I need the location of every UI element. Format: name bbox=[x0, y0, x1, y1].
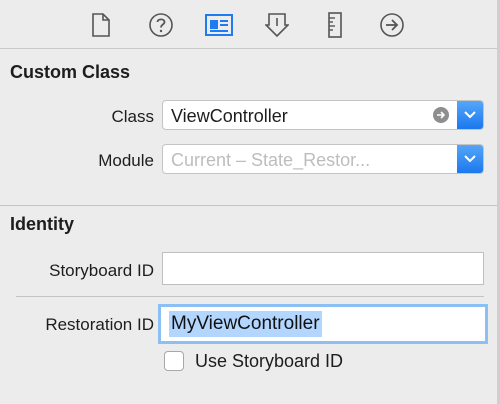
use-storyboard-id-checkbox[interactable] bbox=[164, 351, 184, 371]
module-label: Module bbox=[98, 151, 154, 170]
identity-inspector-icon[interactable] bbox=[204, 10, 234, 40]
restoration-id-value: MyViewController bbox=[169, 311, 322, 337]
class-dropdown-button[interactable] bbox=[457, 101, 483, 129]
class-value: ViewController bbox=[171, 106, 288, 126]
attributes-inspector-icon[interactable] bbox=[262, 10, 292, 40]
chevron-down-icon bbox=[464, 155, 476, 163]
size-inspector-icon[interactable] bbox=[320, 10, 350, 40]
use-storyboard-id-label[interactable]: Use Storyboard ID bbox=[195, 351, 343, 372]
inspector-toolbar bbox=[0, 0, 497, 49]
identity-section-title: Identity bbox=[10, 214, 75, 234]
storyboard-id-field[interactable] bbox=[162, 252, 484, 285]
go-to-class-arrow-icon[interactable] bbox=[433, 107, 449, 123]
chevron-down-icon bbox=[464, 111, 476, 119]
module-placeholder: Current – State_Restor... bbox=[171, 150, 371, 170]
custom-class-section-title: Custom Class bbox=[10, 62, 131, 82]
class-label: Class bbox=[111, 107, 154, 126]
file-inspector-icon[interactable] bbox=[86, 10, 116, 40]
restoration-id-field[interactable]: MyViewController bbox=[158, 304, 488, 344]
row-divider bbox=[16, 296, 484, 297]
quick-help-icon[interactable] bbox=[146, 10, 176, 40]
module-combo-box[interactable]: Current – State_Restor... bbox=[162, 144, 484, 174]
class-combo-box[interactable]: ViewController bbox=[162, 100, 484, 130]
connections-inspector-icon[interactable] bbox=[377, 10, 407, 40]
storyboard-id-label: Storyboard ID bbox=[49, 261, 154, 280]
section-divider bbox=[0, 205, 497, 206]
restoration-id-label: Restoration ID bbox=[45, 315, 154, 334]
module-dropdown-button[interactable] bbox=[457, 145, 483, 173]
